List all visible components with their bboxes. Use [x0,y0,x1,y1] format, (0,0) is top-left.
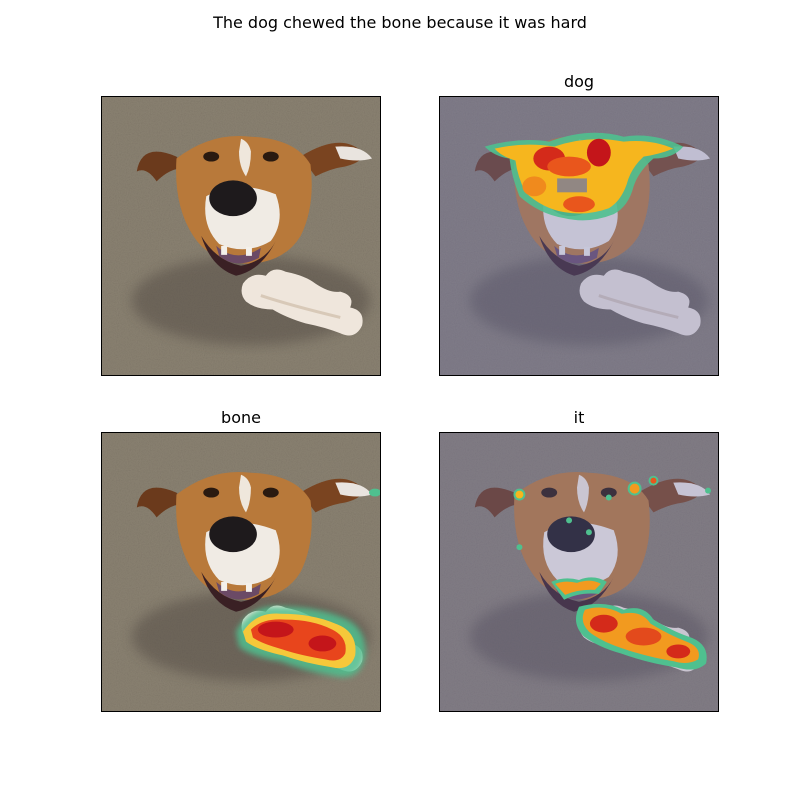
dog-attention-heatmap [440,97,718,375]
panel-title-dog: dog [563,72,595,91]
panel-attention-it [439,432,719,712]
dog-bone-image [102,97,380,375]
figure-title: The dog chewed the bone because it was h… [213,13,587,32]
panel-original-image [101,96,381,376]
panel-attention-dog [439,96,719,376]
it-attention-heatmap [440,433,718,711]
panel-attention-bone [101,432,381,712]
bone-attention-heatmap [102,433,380,711]
panel-title-bone: bone [221,408,261,427]
panel-title-it: it [573,408,585,427]
